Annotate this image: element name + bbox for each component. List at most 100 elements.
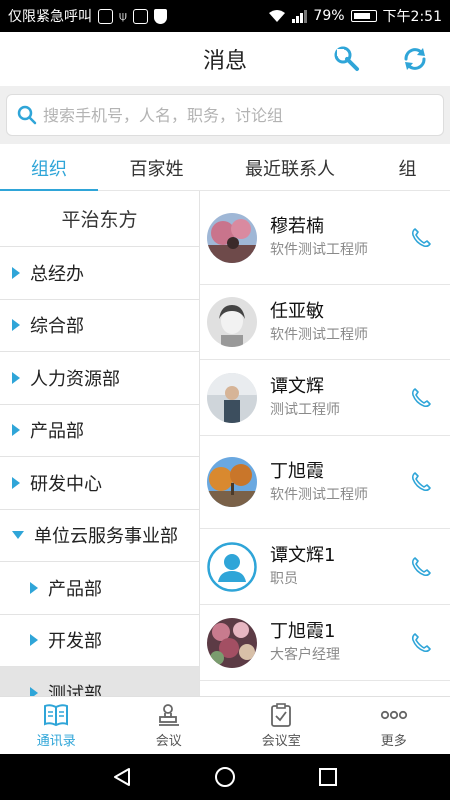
dept-label: 综合部 xyxy=(30,316,84,338)
tab-groups[interactable]: 组 xyxy=(365,144,450,191)
usb-icon: ⍦ xyxy=(119,8,127,24)
call-button[interactable] xyxy=(406,223,436,253)
wrench-icon xyxy=(334,46,359,71)
expand-arrow-icon xyxy=(12,424,20,437)
nav-contacts[interactable]: 通讯录 xyxy=(0,697,113,754)
screen: 仅限紧急呼叫 ⍦ 79% 下午2:51 消息 搜索手机号，人名，职务，讨论组 组… xyxy=(0,0,450,800)
tab-surnames[interactable]: 百家姓 xyxy=(98,144,215,191)
org-tree: 平治东方 总经办 综合部 人力资源部 产品部 研发中心 单位云服务事业部 产品部… xyxy=(0,191,200,696)
contact-name: 穆若楠 xyxy=(270,216,324,237)
avatar xyxy=(207,212,257,263)
status-right: 79% 下午2:51 xyxy=(268,6,442,26)
contact-name: 任亚敏 xyxy=(270,300,324,322)
recents-icon[interactable] xyxy=(317,766,339,788)
contact-role: 软件测试工程师 xyxy=(270,326,368,343)
app-notification-icon-2 xyxy=(132,8,148,24)
contact-row[interactable]: 谭文辉 测试工程师 xyxy=(200,360,450,436)
contact-row[interactable]: 丁旭霞 软件测试工程师 xyxy=(200,436,450,529)
contact-name: 丁旭霞1 xyxy=(270,621,336,642)
status-left: 仅限紧急呼叫 ⍦ xyxy=(8,6,167,26)
sub-dept-item[interactable]: 开发部 xyxy=(0,614,199,667)
tab-recent-contacts[interactable]: 最近联系人 xyxy=(215,144,365,191)
dept-item-expanded[interactable]: 单位云服务事业部 xyxy=(0,509,199,562)
contact-info: 丁旭霞1 大客户经理 xyxy=(270,620,390,665)
tab-label: 最近联系人 xyxy=(245,158,335,180)
phone-icon xyxy=(411,472,431,492)
avatar xyxy=(207,457,257,507)
tab-label: 百家姓 xyxy=(129,158,184,180)
contact-row[interactable]: 任亚敏 软件测试工程师 xyxy=(200,285,450,360)
contact-info: 穆若楠 软件测试工程师 xyxy=(270,215,390,260)
settings-button[interactable] xyxy=(330,42,364,76)
avatar xyxy=(207,297,257,347)
clipboard-check-icon xyxy=(271,702,292,727)
call-button[interactable] xyxy=(406,467,436,497)
dept-label: 单位云服务事业部 xyxy=(34,526,178,548)
page-title: 消息 xyxy=(202,49,247,74)
dept-label: 开发部 xyxy=(48,631,102,653)
header: 消息 xyxy=(0,32,450,86)
contact-name: 丁旭霞 xyxy=(270,460,324,482)
avatar xyxy=(207,372,257,423)
phone-icon xyxy=(411,632,431,652)
expand-arrow-icon xyxy=(12,319,20,332)
contact-info: 任亚敏 软件测试工程师 xyxy=(270,300,390,345)
dept-label: 研发中心 xyxy=(30,473,102,495)
nav-more[interactable]: 更多 xyxy=(338,697,450,754)
contact-role: 大客户经理 xyxy=(270,647,340,663)
status-bar: 仅限紧急呼叫 ⍦ 79% 下午2:51 xyxy=(0,0,450,32)
call-button[interactable] xyxy=(406,628,436,658)
contact-info: 谭文辉 测试工程师 xyxy=(270,375,390,420)
contact-info: 谭文辉1 职员 xyxy=(270,544,390,589)
phone-icon xyxy=(411,227,431,247)
search-bar xyxy=(0,86,450,144)
contact-info: 丁旭霞 软件测试工程师 xyxy=(270,460,390,505)
org-title: 平治东方 xyxy=(0,191,199,247)
sub-dept-item-selected[interactable]: 测试部 xyxy=(0,667,199,696)
nav-label: 通讯录 xyxy=(36,733,76,749)
dept-label: 人力资源部 xyxy=(30,368,120,390)
dept-item[interactable]: 综合部 xyxy=(0,299,199,352)
home-icon[interactable] xyxy=(214,766,236,788)
bottom-nav: 通讯录 会议 会议室 更多 xyxy=(0,696,450,754)
back-icon[interactable] xyxy=(111,766,133,788)
nav-label: 会议室 xyxy=(261,733,301,749)
app-notification-icon xyxy=(98,8,113,24)
call-button[interactable] xyxy=(406,383,436,413)
expand-arrow-icon xyxy=(12,266,20,279)
refresh-button[interactable] xyxy=(398,42,432,76)
search-input[interactable] xyxy=(43,105,433,125)
clock: 下午2:51 xyxy=(382,9,442,25)
contact-row[interactable]: 穆若楠 软件测试工程师 xyxy=(200,191,450,285)
contact-row[interactable]: 丁旭霞1 大客户经理 xyxy=(200,605,450,681)
dept-item[interactable]: 研发中心 xyxy=(0,457,199,510)
dept-item[interactable]: 总经办 xyxy=(0,247,199,300)
book-icon xyxy=(44,703,69,726)
battery-percent: 79% xyxy=(313,8,345,24)
contact-role: 测试工程师 xyxy=(270,402,340,418)
phone-icon xyxy=(411,387,431,407)
dept-item[interactable]: 产品部 xyxy=(0,404,199,457)
search-box[interactable] xyxy=(6,94,444,136)
dept-label: 产品部 xyxy=(48,578,102,600)
shield-icon xyxy=(153,8,167,24)
more-dots-icon xyxy=(380,710,407,719)
contact-role: 职员 xyxy=(270,571,298,587)
search-icon xyxy=(17,105,37,125)
nav-meeting-room[interactable]: 会议室 xyxy=(225,697,338,754)
expand-arrow-icon xyxy=(30,581,38,594)
nav-label: 会议 xyxy=(155,733,182,749)
dept-label: 产品部 xyxy=(30,421,84,443)
refresh-icon xyxy=(404,48,426,70)
expand-arrow-icon xyxy=(30,686,38,696)
collapse-arrow-icon xyxy=(12,531,24,540)
avatar xyxy=(207,617,257,668)
sub-dept-item[interactable]: 产品部 xyxy=(0,562,199,615)
nav-meeting[interactable]: 会议 xyxy=(113,697,226,754)
carrier-text: 仅限紧急呼叫 xyxy=(8,9,92,25)
call-button[interactable] xyxy=(406,552,436,582)
tab-org[interactable]: 组织 xyxy=(0,144,98,192)
contact-row[interactable]: 谭文辉1 职员 xyxy=(200,529,450,605)
dept-item[interactable]: 人力资源部 xyxy=(0,352,199,405)
tab-bar: 组织 百家姓 最近联系人 组 xyxy=(0,144,450,192)
